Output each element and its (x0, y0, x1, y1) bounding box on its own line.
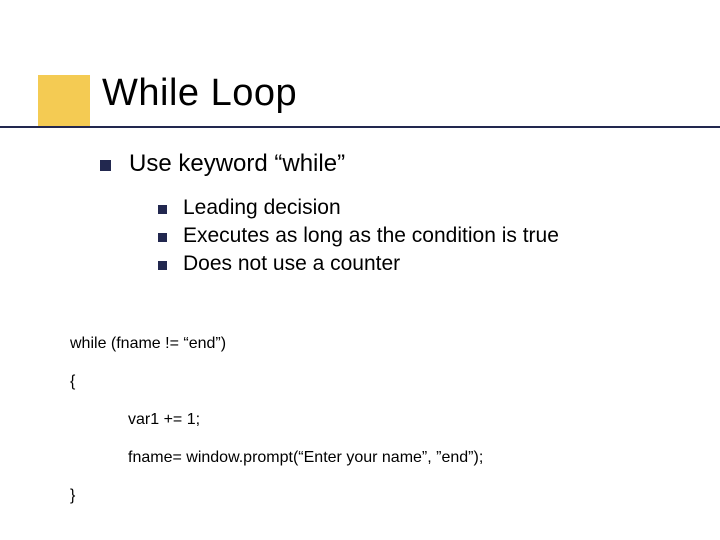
bullet-lvl2-group: Leading decision Executes as long as the… (158, 196, 700, 276)
square-bullet-icon (158, 233, 167, 242)
bullet-text-lvl2: Leading decision (183, 196, 341, 220)
bullet-lvl1: Use keyword “while” (100, 150, 700, 178)
bullet-text-lvl2: Does not use a counter (183, 252, 400, 276)
code-line: while (fname != “end”) (70, 335, 690, 353)
square-bullet-icon (158, 205, 167, 214)
bullet-lvl2: Does not use a counter (158, 252, 700, 276)
slide: While Loop Use keyword “while” Leading d… (0, 0, 720, 540)
code-example: while (fname != “end”) { var1 += 1; fnam… (70, 335, 690, 525)
bullet-text-lvl2: Executes as long as the condition is tru… (183, 224, 559, 248)
code-brace-open: { (70, 373, 690, 391)
title-rule (0, 126, 720, 128)
bullet-lvl2: Executes as long as the condition is tru… (158, 224, 700, 248)
title-accent-box (38, 75, 90, 127)
code-line: fname= window.prompt(“Enter your name”, … (128, 449, 690, 467)
code-brace-close: } (70, 487, 690, 505)
square-bullet-icon (100, 160, 111, 171)
bullet-lvl2: Leading decision (158, 196, 700, 220)
slide-title: While Loop (102, 72, 297, 115)
code-line: var1 += 1; (128, 411, 690, 429)
body-content: Use keyword “while” Leading decision Exe… (100, 150, 700, 280)
bullet-text-lvl1: Use keyword “while” (129, 150, 345, 178)
square-bullet-icon (158, 261, 167, 270)
